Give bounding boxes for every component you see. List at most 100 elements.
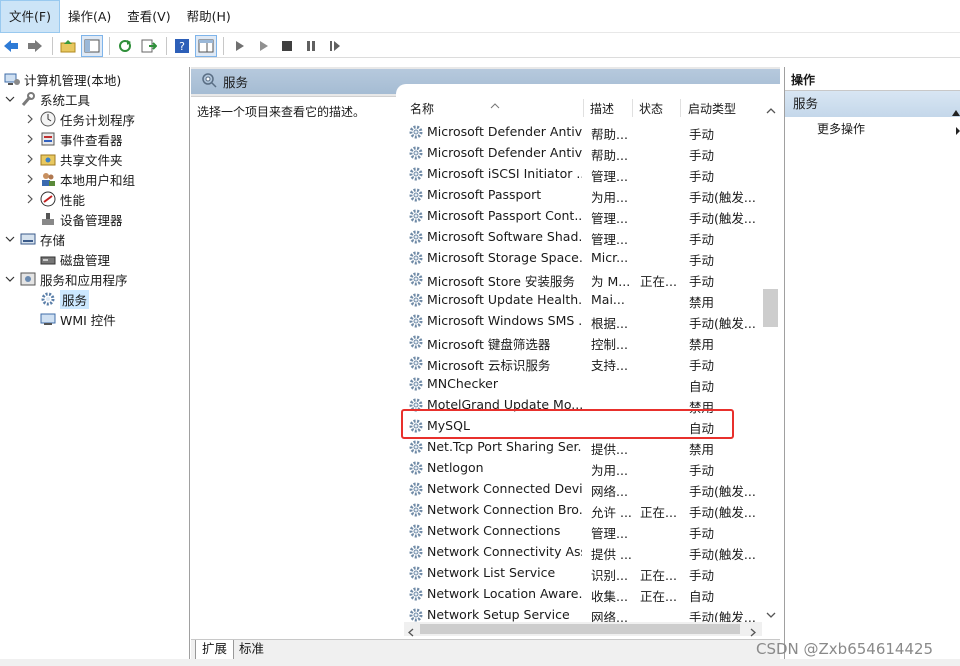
start-service-alt-icon[interactable] (252, 35, 274, 57)
stop-service-icon[interactable] (276, 35, 298, 57)
table-row[interactable]: Network Location Aware... 收集... 正在... 自动 (404, 583, 766, 604)
more-actions-link[interactable]: 更多操作 (817, 119, 865, 139)
tree-services[interactable]: 服务 (40, 289, 90, 309)
tree-disk-management[interactable]: 磁盘管理 (40, 249, 110, 269)
col-state[interactable]: 状态 (639, 97, 683, 119)
service-desc: 管理... (591, 169, 628, 184)
scroll-left-icon[interactable] (407, 625, 414, 640)
service-desc: 提供... (591, 442, 628, 457)
scroll-down-icon[interactable] (766, 607, 776, 622)
chevron-right-icon[interactable] (24, 153, 36, 165)
device-manager-icon (40, 211, 56, 227)
menu-action[interactable]: 操作(A) (60, 0, 119, 33)
tree-root[interactable]: 计算机管理(本地) (4, 69, 121, 89)
service-name: Network Connection Bro... (427, 502, 582, 517)
service-desc: 管理... (591, 232, 628, 247)
tree-device-manager[interactable]: 设备管理器 (40, 209, 123, 229)
tab-standard[interactable]: 标准 (233, 640, 270, 660)
tree-shared-folders[interactable]: 共享文件夹 (24, 149, 123, 169)
scroll-thumb[interactable] (763, 289, 778, 327)
chevron-down-icon[interactable] (4, 93, 16, 105)
service-gear-icon (408, 229, 424, 245)
hscroll-thumb[interactable] (420, 624, 740, 634)
horizontal-scrollbar[interactable] (404, 622, 762, 637)
table-row[interactable]: Microsoft Passport Cont... 管理... 手动(触发... (404, 205, 766, 226)
tree-services-apps[interactable]: 服务和应用程序 (4, 269, 128, 289)
collapse-icon[interactable] (951, 100, 960, 126)
column-divider[interactable] (632, 99, 633, 117)
refresh-icon[interactable] (114, 35, 136, 57)
vertical-scrollbar[interactable] (762, 97, 779, 618)
tree-storage[interactable]: 存储 (4, 229, 65, 249)
chevron-right-icon[interactable] (24, 133, 36, 145)
tab-extended[interactable]: 扩展 (195, 640, 235, 660)
table-row[interactable]: Microsoft Update Health... Mai... 禁用 (404, 289, 766, 310)
export-list-icon[interactable] (138, 35, 160, 57)
computer-management-icon (4, 71, 20, 87)
menu-view[interactable]: 查看(V) (119, 0, 178, 33)
toolbar: ? (0, 34, 960, 58)
tree-wmi[interactable]: WMI 控件 (40, 309, 116, 329)
shared-folder-icon (40, 151, 56, 167)
back-icon[interactable] (0, 35, 22, 57)
chevron-down-icon[interactable] (4, 273, 16, 285)
table-row[interactable]: Microsoft Storage Space... Micr... 手动 (404, 247, 766, 268)
service-name: Net.Tcp Port Sharing Ser... (427, 439, 582, 454)
table-row[interactable]: Microsoft Passport 为用... 手动(触发... (404, 184, 766, 205)
scroll-right-icon[interactable] (750, 625, 757, 640)
service-desc: 提供 ... (591, 547, 631, 562)
tree-system-tools[interactable]: 系统工具 (4, 89, 90, 109)
table-row[interactable]: Microsoft iSCSI Initiator ... 管理... 手动 (404, 163, 766, 184)
col-start-type[interactable]: 启动类型 (688, 97, 758, 119)
col-desc[interactable]: 描述 (590, 97, 634, 119)
chevron-right-icon[interactable] (24, 193, 36, 205)
table-row[interactable]: Microsoft Defender Antiv... 帮助... 手动 (404, 142, 766, 163)
table-row[interactable]: Microsoft Windows SMS ... 根据... 手动(触发... (404, 310, 766, 331)
actions-group-services[interactable]: 服务 (785, 91, 960, 117)
service-name: Microsoft Storage Space... (427, 250, 582, 265)
actions-pane: 操作 服务 更多操作 (784, 67, 960, 659)
table-row[interactable]: Microsoft Software Shad... 管理... 手动 (404, 226, 766, 247)
table-row[interactable]: Microsoft 键盘筛选器 控制... 禁用 (404, 331, 766, 352)
chevron-right-icon[interactable] (24, 113, 36, 125)
tree-local-users[interactable]: 本地用户和组 (24, 169, 135, 189)
table-row[interactable]: Network Connectivity Ass... 提供 ... 手动(触发..… (404, 541, 766, 562)
menu-file[interactable]: 文件(F) (0, 0, 60, 33)
pause-service-icon[interactable] (300, 35, 322, 57)
chevron-right-icon[interactable] (24, 173, 36, 185)
service-gear-icon (408, 313, 424, 329)
table-row[interactable]: Net.Tcp Port Sharing Ser... 提供... 禁用 (404, 436, 766, 457)
up-folder-icon[interactable] (57, 35, 79, 57)
service-desc: 根据... (591, 316, 628, 331)
help-icon[interactable]: ? (171, 35, 193, 57)
table-row[interactable]: Network Connections 管理... 手动 (404, 520, 766, 541)
tree-event-viewer[interactable]: 事件查看器 (24, 129, 123, 149)
tree-task-scheduler[interactable]: 任务计划程序 (24, 109, 135, 129)
properties-pane-icon[interactable] (195, 34, 217, 57)
service-start-type: 手动 (689, 169, 715, 184)
service-description: 选择一个项目来查看它的描述。 (197, 105, 366, 119)
column-divider[interactable] (583, 99, 584, 117)
tree-performance[interactable]: 性能 (24, 189, 85, 209)
table-row[interactable]: Netlogon 为用... 手动 (404, 457, 766, 478)
table-row[interactable]: Network Connected Devi... 网络... 手动(触发... (404, 478, 766, 499)
service-start-type: 手动(触发... (689, 211, 756, 226)
table-row[interactable]: Microsoft Defender Antiv... 帮助... 手动 (404, 121, 766, 142)
table-row[interactable]: Network List Service 识别... 正在... 手动 (404, 562, 766, 583)
table-row[interactable]: MNChecker 自动 (404, 373, 766, 394)
actions-title: 操作 (785, 69, 960, 91)
gear-icon (40, 291, 56, 307)
service-name: Network Connectivity Ass... (427, 544, 582, 559)
restart-service-icon[interactable] (324, 35, 346, 57)
menu-help[interactable]: 帮助(H) (179, 0, 239, 33)
forward-icon[interactable] (24, 35, 46, 57)
table-row[interactable]: Microsoft Store 安装服务 为 M... 正在... 手动 (404, 268, 766, 289)
service-desc: 帮助... (591, 127, 628, 142)
start-service-icon[interactable] (228, 35, 250, 57)
table-row[interactable]: Microsoft 云标识服务 支持... 手动 (404, 352, 766, 373)
table-row[interactable]: Network Connection Bro... 允许 ... 正在... 手动(触… (404, 499, 766, 520)
show-hide-tree-icon[interactable] (81, 34, 103, 57)
column-divider[interactable] (680, 99, 681, 117)
chevron-down-icon[interactable] (4, 233, 16, 245)
scroll-up-icon[interactable] (766, 102, 776, 117)
